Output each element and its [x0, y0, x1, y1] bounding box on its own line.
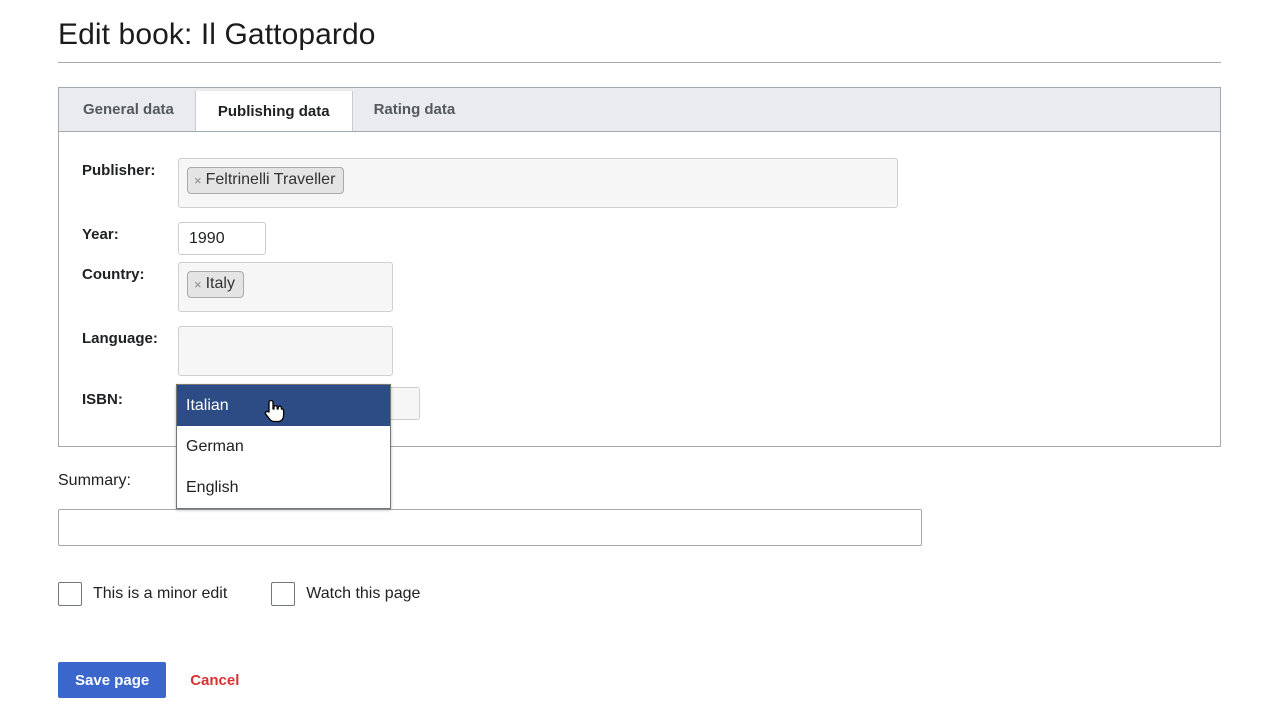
language-option-english[interactable]: English [177, 467, 390, 508]
tab-bar: General data Publishing data Rating data [58, 87, 1221, 131]
publisher-token-label: Feltrinelli Traveller [205, 171, 336, 188]
minor-edit-checkbox[interactable] [58, 582, 82, 606]
language-option-italian[interactable]: Italian [177, 385, 390, 426]
minor-edit-option[interactable]: This is a minor edit [58, 582, 227, 606]
language-option-german[interactable]: German [177, 426, 390, 467]
watch-page-label: Watch this page [306, 585, 421, 602]
title-divider [58, 62, 1221, 63]
country-token-label: Italy [205, 275, 235, 292]
year-row: Year: [82, 222, 266, 255]
country-select[interactable]: × Italy [178, 262, 393, 312]
minor-edit-label: This is a minor edit [93, 585, 228, 602]
language-select[interactable] [178, 326, 393, 376]
year-input[interactable] [178, 222, 266, 255]
isbn-label: ISBN: [82, 391, 123, 408]
tab-publishing-data[interactable]: Publishing data [195, 91, 352, 131]
page-title: Edit book: Il Gattopardo [58, 18, 376, 51]
country-row: Country: × Italy [82, 262, 393, 312]
edit-options: This is a minor edit Watch this page [58, 582, 464, 606]
form-actions: Save page Cancel [58, 662, 239, 698]
watch-page-checkbox[interactable] [271, 582, 296, 606]
save-page-button[interactable]: Save page [58, 662, 167, 698]
remove-icon[interactable]: × [194, 278, 202, 291]
watch-page-option[interactable]: Watch this page [271, 582, 420, 606]
country-token[interactable]: × Italy [187, 271, 244, 298]
tab-rating-data[interactable]: Rating data [352, 88, 478, 131]
remove-icon[interactable]: × [194, 174, 202, 187]
year-label: Year: [82, 226, 119, 243]
language-dropdown[interactable]: Italian German English [176, 384, 391, 509]
language-label: Language: [82, 330, 158, 347]
tab-general-data[interactable]: General data [61, 88, 196, 131]
cancel-link[interactable]: Cancel [190, 672, 239, 689]
country-label: Country: [82, 266, 145, 283]
publisher-select[interactable]: × Feltrinelli Traveller [178, 158, 898, 208]
summary-label: Summary: [58, 472, 131, 489]
summary-input[interactable] [58, 509, 922, 546]
publisher-label: Publisher: [82, 162, 156, 179]
publisher-row: Publisher: × Feltrinelli Traveller [82, 158, 898, 208]
language-row: Language: [82, 326, 393, 376]
publisher-token[interactable]: × Feltrinelli Traveller [187, 167, 345, 194]
